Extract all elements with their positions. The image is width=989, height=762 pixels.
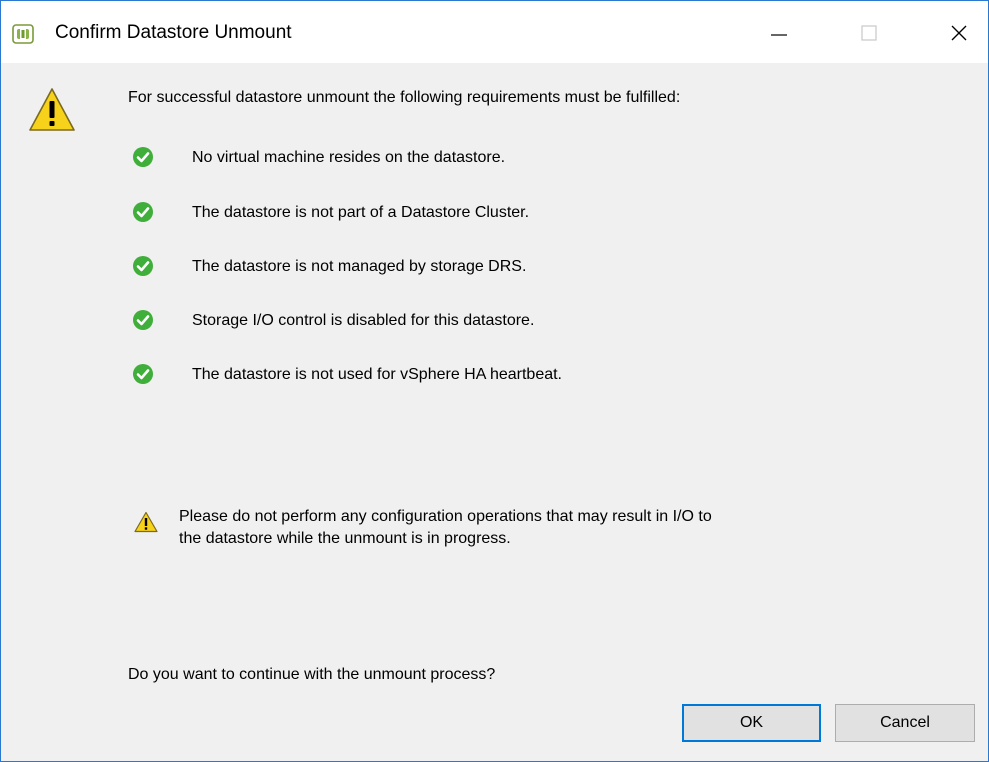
warning-icon <box>29 88 75 131</box>
caution-line-1: Please do not perform any configuration … <box>179 508 712 525</box>
maximize-icon <box>861 25 877 41</box>
requirement-item: The datastore is not managed by storage … <box>132 255 832 279</box>
requirement-item: The datastore is not part of a Datastore… <box>132 201 832 225</box>
requirement-item: No virtual machine resides on the datast… <box>132 146 832 170</box>
check-icon <box>133 147 153 167</box>
requirement-label: The datastore is not part of a Datastore… <box>192 204 530 221</box>
window-title: Confirm Datastore Unmount <box>55 22 292 43</box>
intro-text: For successful datastore unmount the fol… <box>128 89 681 106</box>
requirement-label: Storage I/O control is disabled for this… <box>192 312 535 329</box>
minimize-button[interactable] <box>751 13 807 53</box>
check-icon <box>133 202 153 222</box>
check-icon <box>133 256 153 276</box>
requirement-item: The datastore is not used for vSphere HA… <box>132 363 832 387</box>
minimize-icon <box>771 34 787 36</box>
confirm-question: Do you want to continue with the unmount… <box>128 666 496 683</box>
maximize-button[interactable] <box>841 13 897 53</box>
check-icon <box>133 364 153 384</box>
cancel-button[interactable]: Cancel <box>835 704 975 742</box>
warning-icon <box>134 511 158 533</box>
requirement-label: No virtual machine resides on the datast… <box>192 149 506 166</box>
requirement-item: Storage I/O control is disabled for this… <box>132 309 832 333</box>
caution-line-2: the datastore while the unmount is in pr… <box>179 530 511 547</box>
vsphere-app-icon <box>12 24 34 44</box>
close-button[interactable] <box>931 13 987 53</box>
check-icon <box>133 310 153 330</box>
requirement-label: The datastore is not used for vSphere HA… <box>192 366 562 383</box>
close-icon <box>951 25 967 41</box>
caution-message: Please do not perform any configuration … <box>179 506 712 550</box>
requirement-label: The datastore is not managed by storage … <box>192 258 527 275</box>
dialog-window: Confirm Datastore Unmount For successful… <box>0 0 989 762</box>
ok-button[interactable]: OK <box>682 704 821 742</box>
title-bar[interactable]: Confirm Datastore Unmount <box>1 1 988 63</box>
